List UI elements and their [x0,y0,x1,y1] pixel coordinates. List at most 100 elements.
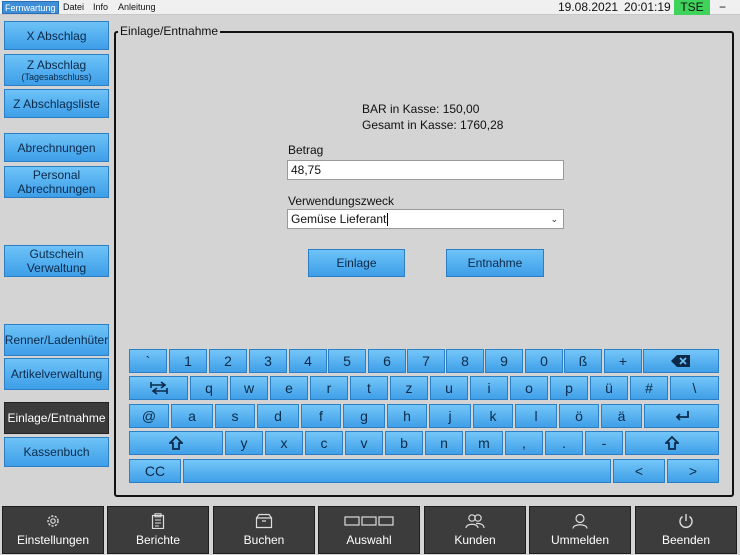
backspace-key[interactable] [643,349,719,373]
personal-label-1: Personal [32,168,81,182]
renner-label: Renner/Ladenhüter [4,333,109,347]
key[interactable]: k [473,404,513,428]
buchen-button[interactable]: Buchen [213,506,315,554]
ummelden-button[interactable]: Ummelden [529,506,631,554]
renner-ladenhueter-button[interactable]: Renner/Ladenhüter [4,324,109,356]
key[interactable]: 8 [446,349,484,373]
key[interactable]: \ [670,376,719,400]
abrechnungen-label: Abrechnungen [17,140,96,155]
key[interactable]: ü [590,376,628,400]
key[interactable]: ` [129,349,167,373]
cursor-right-key[interactable]: > [667,459,719,483]
cc-key[interactable]: CC [129,459,181,483]
betrag-label: Betrag [288,143,324,157]
auswahl-label: Auswahl [346,533,392,547]
key[interactable]: e [270,376,308,400]
key[interactable]: d [257,404,299,428]
cursor-left-key[interactable]: < [613,459,665,483]
key[interactable]: l [515,404,557,428]
betrag-input[interactable]: 48,75 [287,160,564,180]
key[interactable]: 5 [328,349,366,373]
minimize-button[interactable]: − [719,1,726,13]
key[interactable]: i [470,376,508,400]
key[interactable]: x [265,431,303,455]
menu-info[interactable]: Info [91,1,110,14]
menu-anleitung[interactable]: Anleitung [116,1,158,14]
auswahl-button[interactable]: Auswahl [318,506,420,554]
key[interactable]: p [550,376,588,400]
key[interactable]: f [301,404,341,428]
gesamt-in-kasse-text: Gesamt in Kasse: 1760,28 [362,118,504,132]
backspace-icon [671,355,690,367]
key[interactable]: n [425,431,463,455]
enter-key[interactable] [644,404,719,428]
box-icon [255,513,273,529]
key[interactable]: - [585,431,623,455]
shift-left-key[interactable] [129,431,223,455]
key[interactable]: 6 [368,349,406,373]
verwendungszweck-select[interactable]: Gemüse Lieferant ⌄ [287,209,564,229]
einlage-button[interactable]: Einlage [308,249,405,277]
key[interactable]: y [225,431,263,455]
users-icon [465,514,485,529]
betrag-value: 48,75 [291,163,322,177]
key[interactable]: + [604,349,642,373]
personal-abrechnungen-button[interactable]: Personal Abrechnungen [4,166,109,198]
menu-fernwartung[interactable]: Fernwartung [2,1,59,14]
key[interactable]: a [171,404,213,428]
key[interactable]: v [345,431,383,455]
shift-right-key[interactable] [625,431,719,455]
key[interactable]: s [215,404,255,428]
einlage-entnahme-nav-button[interactable]: Einlage/Entnahme [4,402,109,434]
key[interactable]: c [305,431,343,455]
kassenbuch-button[interactable]: Kassenbuch [4,437,109,467]
key[interactable]: 9 [485,349,523,373]
key[interactable]: h [387,404,427,428]
einstellungen-button[interactable]: Einstellungen [2,506,104,554]
z-abschlagsliste-button[interactable]: Z Abschlagsliste [4,89,109,118]
einlage-button-label: Einlage [336,256,377,270]
key[interactable]: @ [129,404,169,428]
key[interactable]: . [545,431,583,455]
key[interactable]: g [343,404,385,428]
kassenbuch-label: Kassenbuch [23,445,90,459]
key[interactable]: 1 [169,349,207,373]
entnahme-button[interactable]: Entnahme [446,249,544,277]
space-key[interactable] [183,459,611,483]
gutschein-verwaltung-button[interactable]: Gutschein Verwaltung [4,245,109,277]
kunden-button[interactable]: Kunden [424,506,526,554]
key[interactable]: 3 [249,349,287,373]
key[interactable]: 4 [289,349,327,373]
artikelverwaltung-button[interactable]: Artikelverwaltung [4,358,109,390]
bar-in-kasse-text: BAR in Kasse: 150,00 [362,102,480,116]
key[interactable]: 2 [209,349,247,373]
key[interactable]: b [385,431,423,455]
key[interactable]: j [429,404,471,428]
key[interactable]: m [465,431,503,455]
berichte-button[interactable]: Berichte [107,506,209,554]
key[interactable]: r [310,376,348,400]
tab-key[interactable] [129,376,188,400]
key[interactable]: w [230,376,268,400]
menu-datei[interactable]: Datei [61,1,86,14]
key[interactable]: t [350,376,388,400]
key[interactable]: z [390,376,428,400]
artikelverwaltung-label: Artikelverwaltung [10,367,103,381]
key[interactable]: o [510,376,548,400]
x-abschlag-button[interactable]: X Abschlag [4,21,109,50]
key[interactable]: q [190,376,228,400]
key[interactable]: ä [601,404,642,428]
key[interactable]: u [430,376,468,400]
x-abschlag-label: X Abschlag [26,28,87,43]
key[interactable]: ö [559,404,599,428]
gutschein-label-2: Verwaltung [26,261,87,275]
beenden-button[interactable]: Beenden [635,506,737,554]
key[interactable]: # [630,376,668,400]
key[interactable]: 0 [525,349,563,373]
z-abschlag-button[interactable]: Z Abschlag (Tagesabschluss) [4,54,109,86]
key[interactable]: 7 [407,349,445,373]
key[interactable]: , [505,431,543,455]
key[interactable]: ß [564,349,602,373]
personal-label-2: Abrechnungen [17,182,96,196]
abrechnungen-button[interactable]: Abrechnungen [4,133,109,162]
